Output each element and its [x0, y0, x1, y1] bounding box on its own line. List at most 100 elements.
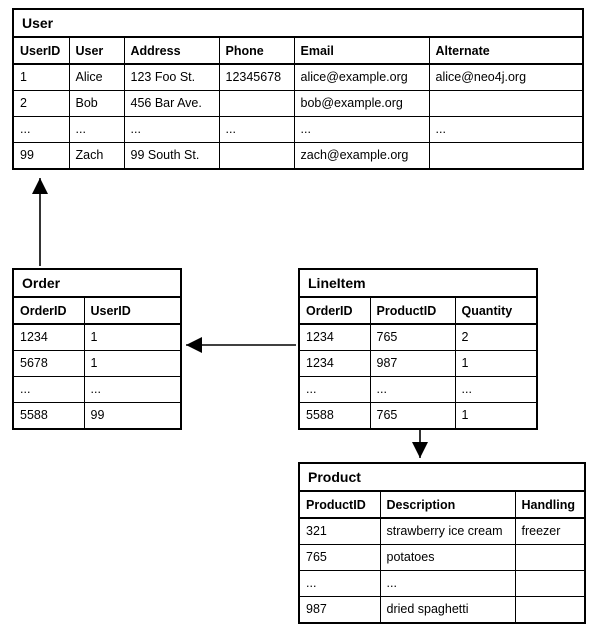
col-header: OrderID: [14, 298, 84, 324]
table-row: 1Alice123 Foo St.12345678alice@example.o…: [14, 64, 582, 90]
cell: [515, 570, 584, 596]
cell: 1234: [300, 324, 370, 350]
cell: ...: [380, 570, 515, 596]
entity-product-title: Product: [300, 464, 584, 492]
cell: Bob: [69, 90, 124, 116]
cell: 2: [455, 324, 536, 350]
col-header: ProductID: [300, 492, 380, 518]
cell: 321: [300, 518, 380, 544]
col-header: ProductID: [370, 298, 455, 324]
cell: freezer: [515, 518, 584, 544]
entity-user: User UserID User Address Phone Email Alt…: [12, 8, 584, 170]
cell: 765: [370, 402, 455, 428]
entity-lineitem-title: LineItem: [300, 270, 536, 298]
entity-order-title: Order: [14, 270, 180, 298]
cell: potatoes: [380, 544, 515, 570]
col-header: Alternate: [429, 38, 582, 64]
table-row: 765potatoes: [300, 544, 584, 570]
table-row: .........: [300, 376, 536, 402]
table-header-row: ProductID Description Handling: [300, 492, 584, 518]
cell: 12345678: [219, 64, 294, 90]
entity-order-table: OrderID UserID 12341 56781 ...... 558899: [14, 298, 180, 428]
cell: strawberry ice cream: [380, 518, 515, 544]
cell: 123 Foo St.: [124, 64, 219, 90]
cell: [515, 544, 584, 570]
col-header: Phone: [219, 38, 294, 64]
entity-lineitem-table: OrderID ProductID Quantity 12347652 1234…: [300, 298, 536, 428]
entity-order: Order OrderID UserID 12341 56781 ...... …: [12, 268, 182, 430]
col-header: Quantity: [455, 298, 536, 324]
cell: 987: [370, 350, 455, 376]
table-row: ......: [300, 570, 584, 596]
table-row: 56781: [14, 350, 180, 376]
cell: Alice: [69, 64, 124, 90]
entity-user-table: UserID User Address Phone Email Alternat…: [14, 38, 582, 168]
table-header-row: OrderID UserID: [14, 298, 180, 324]
cell: ...: [84, 376, 180, 402]
cell: ...: [69, 116, 124, 142]
cell: [219, 90, 294, 116]
col-header: UserID: [14, 38, 69, 64]
col-header: Email: [294, 38, 429, 64]
cell: ...: [455, 376, 536, 402]
cell: 5678: [14, 350, 84, 376]
cell: ...: [14, 376, 84, 402]
cell: 1: [84, 324, 180, 350]
table-row: ..................: [14, 116, 582, 142]
col-header: User: [69, 38, 124, 64]
cell: dried spaghetti: [380, 596, 515, 622]
table-row: 321strawberry ice creamfreezer: [300, 518, 584, 544]
table-row: 12349871: [300, 350, 536, 376]
cell: 99 South St.: [124, 142, 219, 168]
table-row: ......: [14, 376, 180, 402]
cell: 2: [14, 90, 69, 116]
table-row: 2Bob456 Bar Ave. bob@example.org: [14, 90, 582, 116]
cell: ...: [429, 116, 582, 142]
table-row: 12341: [14, 324, 180, 350]
col-header: Address: [124, 38, 219, 64]
cell: bob@example.org: [294, 90, 429, 116]
col-header: Handling: [515, 492, 584, 518]
cell: 765: [300, 544, 380, 570]
cell: 1234: [14, 324, 84, 350]
entity-product: Product ProductID Description Handling 3…: [298, 462, 586, 624]
cell: 5588: [14, 402, 84, 428]
cell: ...: [124, 116, 219, 142]
cell: [429, 90, 582, 116]
col-header: OrderID: [300, 298, 370, 324]
table-row: 99Zach99 South St. zach@example.org: [14, 142, 582, 168]
table-row: 55887651: [300, 402, 536, 428]
cell: 99: [14, 142, 69, 168]
col-header: Description: [380, 492, 515, 518]
cell: ...: [300, 570, 380, 596]
cell: ...: [294, 116, 429, 142]
cell: 1234: [300, 350, 370, 376]
cell: [429, 142, 582, 168]
table-header-row: OrderID ProductID Quantity: [300, 298, 536, 324]
cell: 456 Bar Ave.: [124, 90, 219, 116]
cell: alice@neo4j.org: [429, 64, 582, 90]
cell: ...: [370, 376, 455, 402]
cell: [515, 596, 584, 622]
cell: zach@example.org: [294, 142, 429, 168]
cell: 765: [370, 324, 455, 350]
cell: 1: [455, 350, 536, 376]
entity-product-table: ProductID Description Handling 321strawb…: [300, 492, 584, 622]
col-header: UserID: [84, 298, 180, 324]
cell: ...: [300, 376, 370, 402]
table-row: 558899: [14, 402, 180, 428]
cell: Zach: [69, 142, 124, 168]
cell: 1: [84, 350, 180, 376]
cell: alice@example.org: [294, 64, 429, 90]
cell: 1: [455, 402, 536, 428]
cell: 1: [14, 64, 69, 90]
table-row: 987dried spaghetti: [300, 596, 584, 622]
cell: 987: [300, 596, 380, 622]
cell: 99: [84, 402, 180, 428]
cell: [219, 142, 294, 168]
entity-lineitem: LineItem OrderID ProductID Quantity 1234…: [298, 268, 538, 430]
table-row: 12347652: [300, 324, 536, 350]
table-header-row: UserID User Address Phone Email Alternat…: [14, 38, 582, 64]
cell: ...: [219, 116, 294, 142]
cell: ...: [14, 116, 69, 142]
